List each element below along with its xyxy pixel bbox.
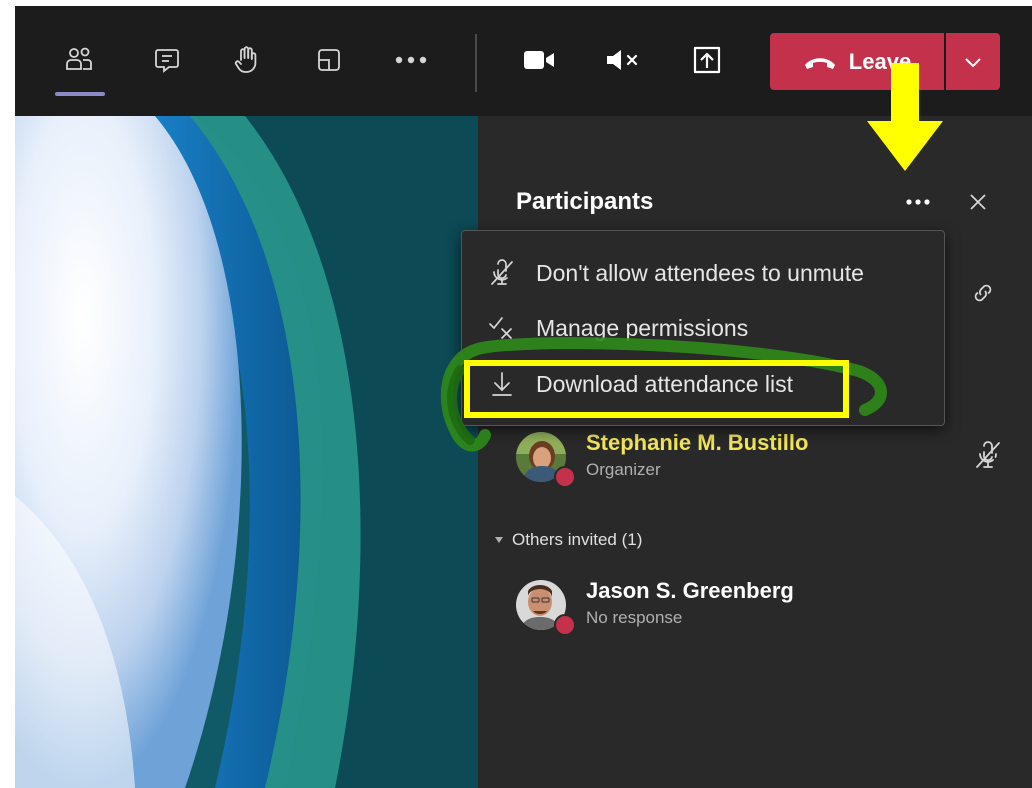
- download-icon: [488, 370, 516, 398]
- presence-status-dot: [554, 466, 576, 488]
- camera-button[interactable]: [515, 36, 563, 84]
- menu-item-label: Download attendance list: [536, 370, 793, 397]
- leave-label: Leave: [848, 48, 912, 74]
- shared-video-area: [15, 116, 477, 788]
- share-invite-button[interactable]: [968, 278, 998, 308]
- participants-options-menu: Don't allow attendees to unmute Manage p…: [461, 230, 945, 426]
- people-icon: [66, 47, 92, 70]
- menu-item-dont-allow-unmute[interactable]: Don't allow attendees to unmute: [462, 247, 944, 299]
- hand-icon: [234, 46, 257, 73]
- participants-more-button[interactable]: [898, 186, 938, 218]
- invited-status: No response: [586, 608, 683, 627]
- video-background-art: [15, 116, 477, 788]
- close-panel-button[interactable]: [958, 186, 998, 218]
- leave-options-button[interactable]: [946, 33, 1000, 90]
- more-horizontal-icon: [906, 199, 930, 205]
- menu-item-label: Manage permissions: [536, 314, 749, 341]
- breakout-rooms-icon: [318, 49, 340, 71]
- chevron-down-icon: [965, 57, 981, 67]
- speaker-muted-icon: [607, 50, 638, 70]
- active-tab-indicator: [55, 92, 105, 96]
- mic-off-icon: [976, 441, 1000, 468]
- organizer-role: Organizer: [586, 460, 661, 479]
- menu-item-manage-permissions[interactable]: Manage permissions: [462, 302, 944, 354]
- breakout-rooms-button[interactable]: [305, 36, 353, 84]
- menu-item-download-attendance[interactable]: Download attendance list: [462, 358, 944, 410]
- phone-hangup-icon: [804, 57, 835, 69]
- mic-off-icon: [488, 259, 516, 287]
- close-icon: [970, 194, 986, 210]
- raise-hand-button[interactable]: [223, 36, 271, 84]
- toolbar-divider: [475, 34, 477, 92]
- participant-row-organizer[interactable]: Stephanie M. Bustillo Organizer: [516, 428, 1000, 488]
- panel-title: Participants: [516, 188, 654, 215]
- group-label: Others invited (1): [512, 530, 643, 549]
- share-tray-icon: [693, 46, 721, 74]
- participants-panel: Participants Stephanie M. Bustillo Organ…: [477, 116, 1032, 788]
- leave-button[interactable]: Leave: [770, 33, 944, 90]
- link-icon: [974, 284, 992, 302]
- participant-row-invited[interactable]: Jason S. Greenberg No response: [516, 576, 996, 636]
- share-screen-button[interactable]: [683, 36, 731, 84]
- menu-item-label: Don't allow attendees to unmute: [536, 259, 864, 286]
- participants-button[interactable]: [55, 36, 103, 84]
- chat-button[interactable]: [143, 36, 191, 84]
- presence-status-dot: [554, 614, 576, 636]
- others-invited-group-header[interactable]: Others invited (1): [494, 530, 642, 550]
- check-x-icon: [488, 314, 516, 342]
- meeting-toolbar: Leave: [15, 6, 1032, 116]
- speaker-button[interactable]: [599, 36, 647, 84]
- organizer-name: Stephanie M. Bustillo: [586, 430, 809, 455]
- more-actions-button[interactable]: [387, 36, 435, 84]
- teams-meeting-window: Leave Participants Stephanie M. Bustillo…: [15, 6, 1032, 788]
- invited-name: Jason S. Greenberg: [586, 578, 794, 603]
- organizer-mic-button[interactable]: [974, 440, 1002, 475]
- caret-down-icon: [495, 537, 503, 543]
- chat-icon: [155, 49, 179, 73]
- video-camera-icon: [524, 51, 554, 69]
- more-horizontal-icon: [395, 56, 427, 64]
